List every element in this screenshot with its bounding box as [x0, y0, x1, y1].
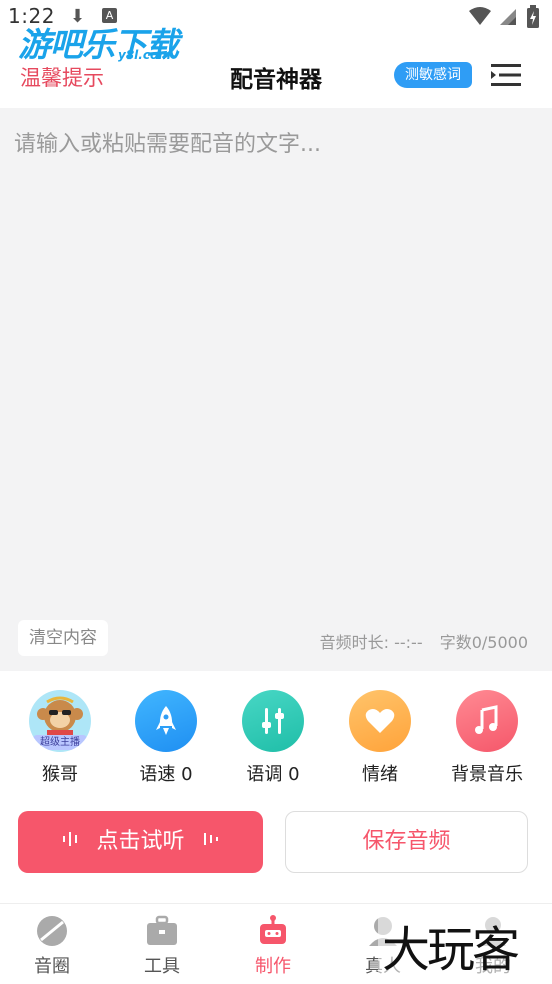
music-note-icon [456, 690, 518, 752]
pitch-control[interactable]: 语调 0 [223, 690, 323, 786]
tips-link[interactable]: 温馨提示 [20, 62, 104, 92]
nav-label: 音圈 [34, 956, 70, 977]
nav-label: 我的 [475, 956, 511, 977]
tool-label: 背景音乐 [451, 764, 523, 785]
tool-label: 语速 0 [139, 764, 193, 785]
menu-icon[interactable] [490, 61, 522, 89]
dubbing-text-input[interactable] [14, 126, 534, 606]
nav-item-tools[interactable]: 工具 [107, 914, 217, 978]
text-editor-area: 清空内容 音频时长: --:-- 字数0/5000 [0, 108, 552, 671]
watermark-logo: 游吧乐下载 y8l.com [18, 18, 188, 66]
wifi-icon [468, 6, 492, 30]
watermark-logo-sub: y8l.com [118, 48, 171, 62]
signal-icon [498, 6, 518, 30]
preview-label: 点击试听 [96, 829, 185, 854]
anchor-badge: 超级主播 [33, 735, 87, 750]
app-root: 1:22 ⬇ A 温馨提示 配音神器 测敏感词 游吧乐下载 y8l.com 请输… [0, 0, 552, 984]
robot-icon [256, 914, 290, 948]
person-icon [366, 914, 400, 948]
tool-label: 语调 0 [246, 764, 300, 785]
speech-speed-control[interactable]: 语速 0 [116, 690, 216, 786]
nav-label: 制作 [255, 956, 291, 977]
emotion-control[interactable]: 情绪 [330, 690, 430, 786]
monkey-avatar: 超级主播 [29, 690, 91, 752]
nav-item-real-person[interactable]: 真人 [328, 914, 438, 978]
nav-label: 真人 [365, 956, 401, 977]
sliders-icon [242, 690, 304, 752]
profile-icon [476, 914, 510, 948]
toolbox-icon [145, 914, 179, 948]
bottom-nav: 音圈 工具 制作 真人 我的 [0, 903, 552, 984]
audio-duration: 音频时长: --:-- [319, 633, 423, 652]
audio-meta: 音频时长: --:-- 字数0/5000 [308, 629, 528, 653]
clear-content-button[interactable]: 清空内容 [18, 620, 108, 656]
heart-icon [349, 690, 411, 752]
nav-item-mine[interactable]: 我的 [438, 914, 548, 978]
circle-icon [35, 914, 69, 948]
sound-wave-icon [62, 811, 78, 873]
tool-label: 猴哥 [42, 764, 78, 785]
save-audio-button[interactable]: 保存音频 [285, 811, 528, 873]
voice-settings-row: 超级主播 猴哥 语速 0 语调 0 情绪 背景音乐 [0, 690, 552, 790]
nav-item-sound-circle[interactable]: 音圈 [0, 914, 107, 978]
nav-item-make[interactable]: 制作 [218, 914, 328, 978]
sound-wave-icon [203, 811, 219, 873]
background-music-control[interactable]: 背景音乐 [437, 690, 537, 786]
battery-icon [526, 5, 540, 33]
char-count: 字数0/5000 [439, 633, 528, 652]
tool-label: 情绪 [362, 764, 398, 785]
preview-button[interactable]: 点击试听 [18, 811, 263, 873]
rocket-icon [135, 690, 197, 752]
sensitive-words-button[interactable]: 测敏感词 [394, 62, 472, 88]
nav-label: 工具 [144, 956, 180, 977]
voice-anchor-selector[interactable]: 超级主播 猴哥 [10, 690, 110, 786]
